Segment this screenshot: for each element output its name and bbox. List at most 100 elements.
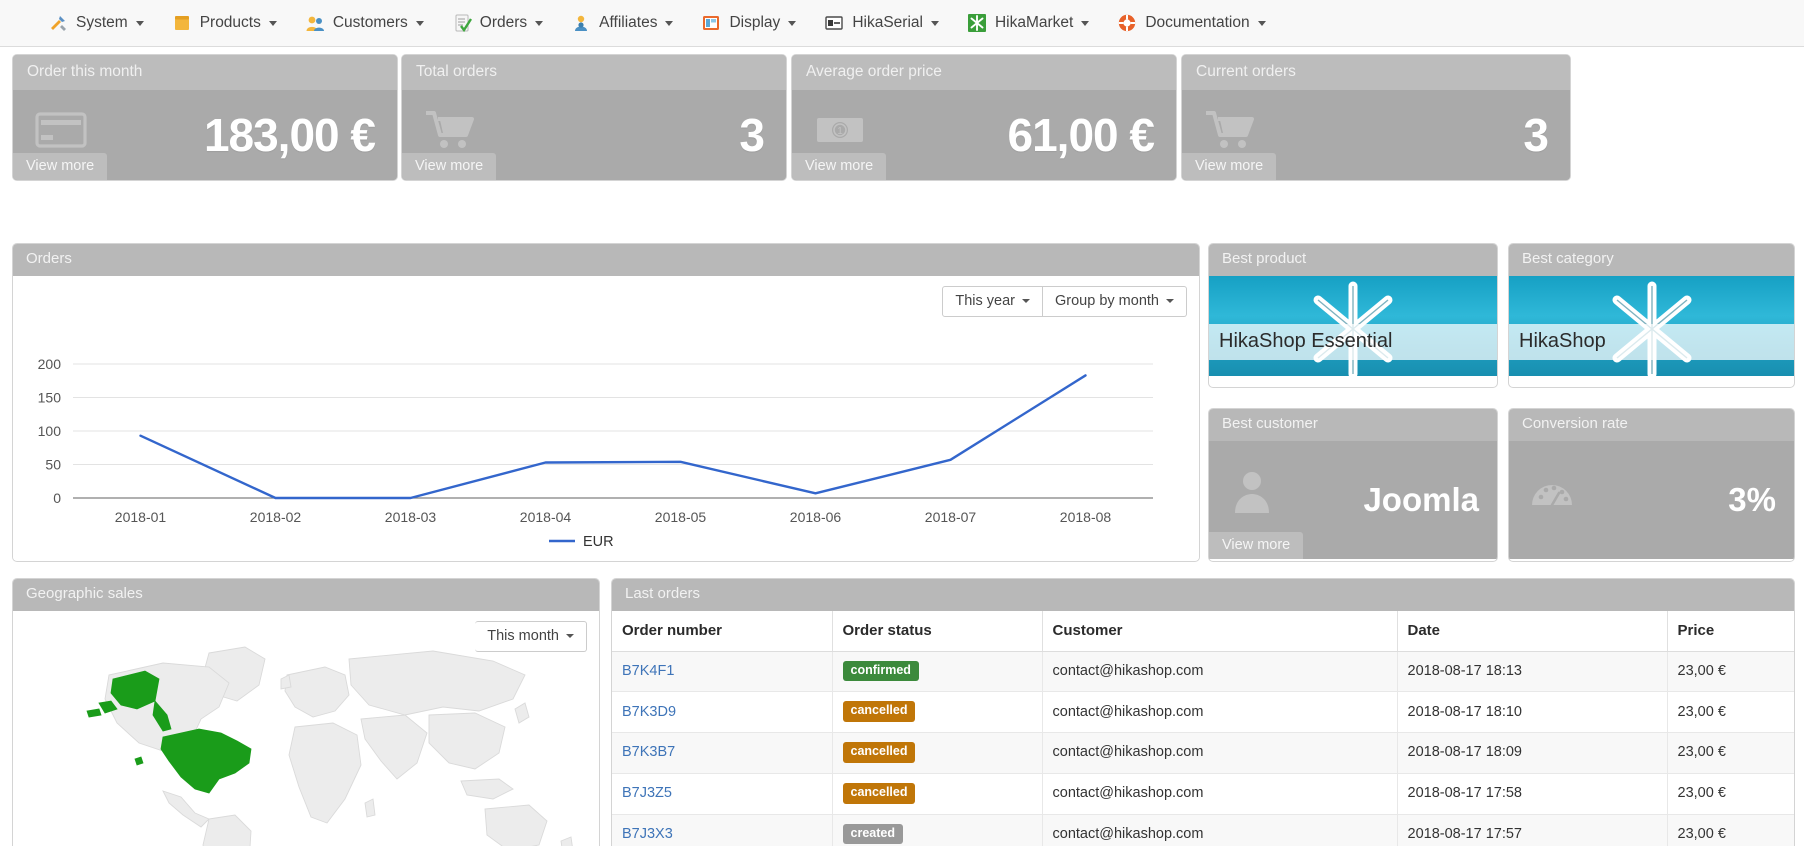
best-customer-view-more-button[interactable]: View more xyxy=(1209,531,1304,559)
order-number-link[interactable]: B7K3D9 xyxy=(622,704,676,720)
menu-item-hikamarket[interactable]: HikaMarket xyxy=(953,0,1103,47)
status-badge: cancelled xyxy=(842,782,916,804)
menu-item-system[interactable]: System xyxy=(34,0,158,47)
best-category-image[interactable]: HikaShop xyxy=(1509,275,1794,376)
order-number-link[interactable]: B7J3X3 xyxy=(622,826,673,842)
stat-card-view-more-button[interactable]: View more xyxy=(1182,153,1277,180)
column-header-price[interactable]: Price xyxy=(1667,610,1794,652)
menu-item-affiliates[interactable]: Affiliates xyxy=(557,0,687,47)
orders-chart-area: This year Group by month 0 50 100 150 200 201… xyxy=(13,275,1199,560)
menu-item-label: Documentation xyxy=(1145,14,1250,31)
menu-item-label: HikaSerial xyxy=(852,14,923,31)
stat-card-value: 61,00 € xyxy=(1007,109,1155,161)
cell-order-number: B7K4F1 xyxy=(612,651,833,693)
order-number-link[interactable]: B7K3B7 xyxy=(622,744,675,760)
table-row: B7J3Z5 cancelled contact@hikashop.com 2018-… xyxy=(612,773,1794,815)
stat-card-order-this-month: Order this month 183,00 € View more xyxy=(12,54,398,181)
cell-customer: contact@hikashop.com xyxy=(1042,651,1398,693)
shopping-cart-icon xyxy=(1204,108,1256,152)
cell-date: 2018-08-17 18:13 xyxy=(1397,651,1668,693)
chevron-down-icon xyxy=(788,20,797,26)
cell-date: 2018-08-17 17:58 xyxy=(1397,773,1668,815)
best-product-title: Best product xyxy=(1209,244,1497,276)
last-orders-table: Order number Order status Customer Date Pric… xyxy=(612,610,1794,846)
geographic-sales-body: This month xyxy=(13,610,599,846)
user-avatar-icon xyxy=(1235,471,1269,513)
stat-card-value: 183,00 € xyxy=(203,109,376,161)
users-icon xyxy=(305,13,325,33)
hikamarket-icon xyxy=(967,13,987,33)
menu-item-hikaserial[interactable]: HikaSerial xyxy=(810,0,953,47)
status-badge: created xyxy=(842,823,903,845)
chevron-down-icon xyxy=(135,20,144,26)
best-product-image[interactable]: HikaShop Essential xyxy=(1209,275,1497,376)
checklist-icon xyxy=(452,13,472,33)
column-header-order-number[interactable]: Order number xyxy=(612,610,833,652)
order-number-link[interactable]: B7K4F1 xyxy=(622,663,674,679)
stat-card-value: 3 xyxy=(1523,109,1549,161)
menu-item-documentation[interactable]: Documentation xyxy=(1103,0,1279,47)
chevron-down-icon xyxy=(268,20,277,26)
x-axis-tick-label: 2018-08 xyxy=(1060,509,1112,525)
column-header-date[interactable]: Date xyxy=(1397,610,1668,652)
stat-card-body: 1 61,00 € View more xyxy=(792,90,1176,180)
column-header-customer[interactable]: Customer xyxy=(1042,610,1398,652)
best-product-panel: Best product HikaShop Essential xyxy=(1208,243,1498,388)
shopping-cart-icon xyxy=(424,108,476,152)
cell-customer: contact@hikashop.com xyxy=(1042,814,1398,846)
menu-item-orders[interactable]: Orders xyxy=(438,0,557,47)
credit-card-icon xyxy=(35,108,87,152)
cell-order-number: B7J3Z5 xyxy=(612,773,833,815)
order-number-link[interactable]: B7J3Z5 xyxy=(622,785,672,801)
affiliate-person-icon xyxy=(571,13,591,33)
cell-customer: contact@hikashop.com xyxy=(1042,773,1398,815)
orders-line-chart: 0 50 100 150 200 2018-01 2018-02 2018-03 2018-04… xyxy=(38,356,1153,550)
status-badge: confirmed xyxy=(842,660,919,682)
best-category-name: HikaShop xyxy=(1519,329,1606,352)
stat-card-body: 3 View more xyxy=(1182,90,1570,180)
stat-card-title: Current orders xyxy=(1182,55,1570,90)
gauge-icon xyxy=(1532,484,1572,506)
table-row: B7K3D9 cancelled contact@hikashop.com 2018-… xyxy=(612,691,1794,733)
stat-card-view-more-button[interactable]: View more xyxy=(13,153,108,180)
chevron-down-icon xyxy=(1257,20,1266,26)
orders-chart-panel: Orders This year Group by month 0 50 100 15… xyxy=(12,243,1200,562)
cell-price: 23,00 € xyxy=(1667,773,1794,815)
best-product-name: HikaShop Essential xyxy=(1219,329,1393,352)
legend-label: EUR xyxy=(583,534,614,550)
chevron-down-icon xyxy=(930,20,939,26)
stat-card-view-more-button[interactable]: View more xyxy=(402,153,497,180)
cell-date: 2018-08-17 18:09 xyxy=(1397,732,1668,774)
menu-item-label: Affiliates xyxy=(599,14,658,31)
stat-card-title: Average order price xyxy=(792,55,1176,90)
chevron-down-icon xyxy=(566,633,574,638)
menu-item-products[interactable]: Products xyxy=(158,0,291,47)
geo-range-dropdown[interactable]: This month xyxy=(475,620,587,652)
cell-customer: contact@hikashop.com xyxy=(1042,732,1398,774)
column-header-order-status[interactable]: Order status xyxy=(832,610,1043,652)
stat-card-title: Total orders xyxy=(402,55,786,90)
cell-order-status: confirmed xyxy=(832,651,1043,693)
stat-card-average-order-price: Average order price 1 61,00 € View more xyxy=(791,54,1177,181)
menu-item-display[interactable]: Display xyxy=(687,0,810,47)
menu-item-label: Products xyxy=(199,14,261,31)
stat-card-current-orders: Current orders 3 View more xyxy=(1181,54,1571,181)
menu-item-label: Display xyxy=(729,14,781,31)
world-map[interactable] xyxy=(13,623,599,846)
x-axis-tick-label: 2018-01 xyxy=(115,509,167,525)
stat-card-total-orders: Total orders 3 View more xyxy=(401,54,787,181)
lifebuoy-icon xyxy=(1117,13,1137,33)
stat-card-body: 183,00 € View more xyxy=(13,90,397,180)
best-category-panel: Best category HikaShop xyxy=(1508,243,1795,388)
y-axis-tick-label: 200 xyxy=(38,356,62,372)
conversion-rate-value: 3% xyxy=(1728,480,1776,518)
main-menu-bar: System Products Customers Orders Affiliates D… xyxy=(0,0,1804,47)
geographic-sales-title: Geographic sales xyxy=(13,579,599,611)
box-icon xyxy=(172,13,192,33)
stat-card-view-more-button[interactable]: View more xyxy=(792,153,887,180)
status-badge: cancelled xyxy=(842,742,916,763)
dashboard-stage: Order this month 183,00 € View more Total o… xyxy=(0,47,1804,846)
menu-item-customers[interactable]: Customers xyxy=(291,0,438,47)
stat-card-value: 3 xyxy=(739,109,765,161)
y-axis-tick-label: 50 xyxy=(45,456,61,472)
